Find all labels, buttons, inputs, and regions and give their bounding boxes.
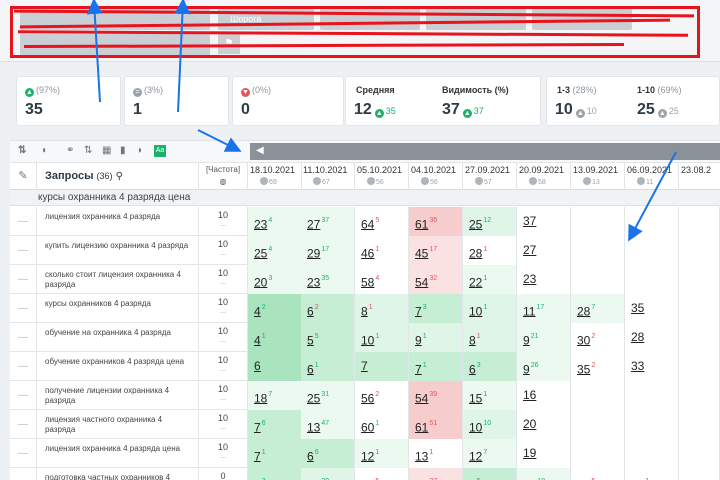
annotation-arrow	[197, 129, 242, 152]
annotation-arrow	[628, 151, 677, 242]
annotation-arrow	[174, 0, 191, 113]
annotation-arrows	[86, 0, 677, 242]
annotation-arrow	[86, 0, 103, 103]
